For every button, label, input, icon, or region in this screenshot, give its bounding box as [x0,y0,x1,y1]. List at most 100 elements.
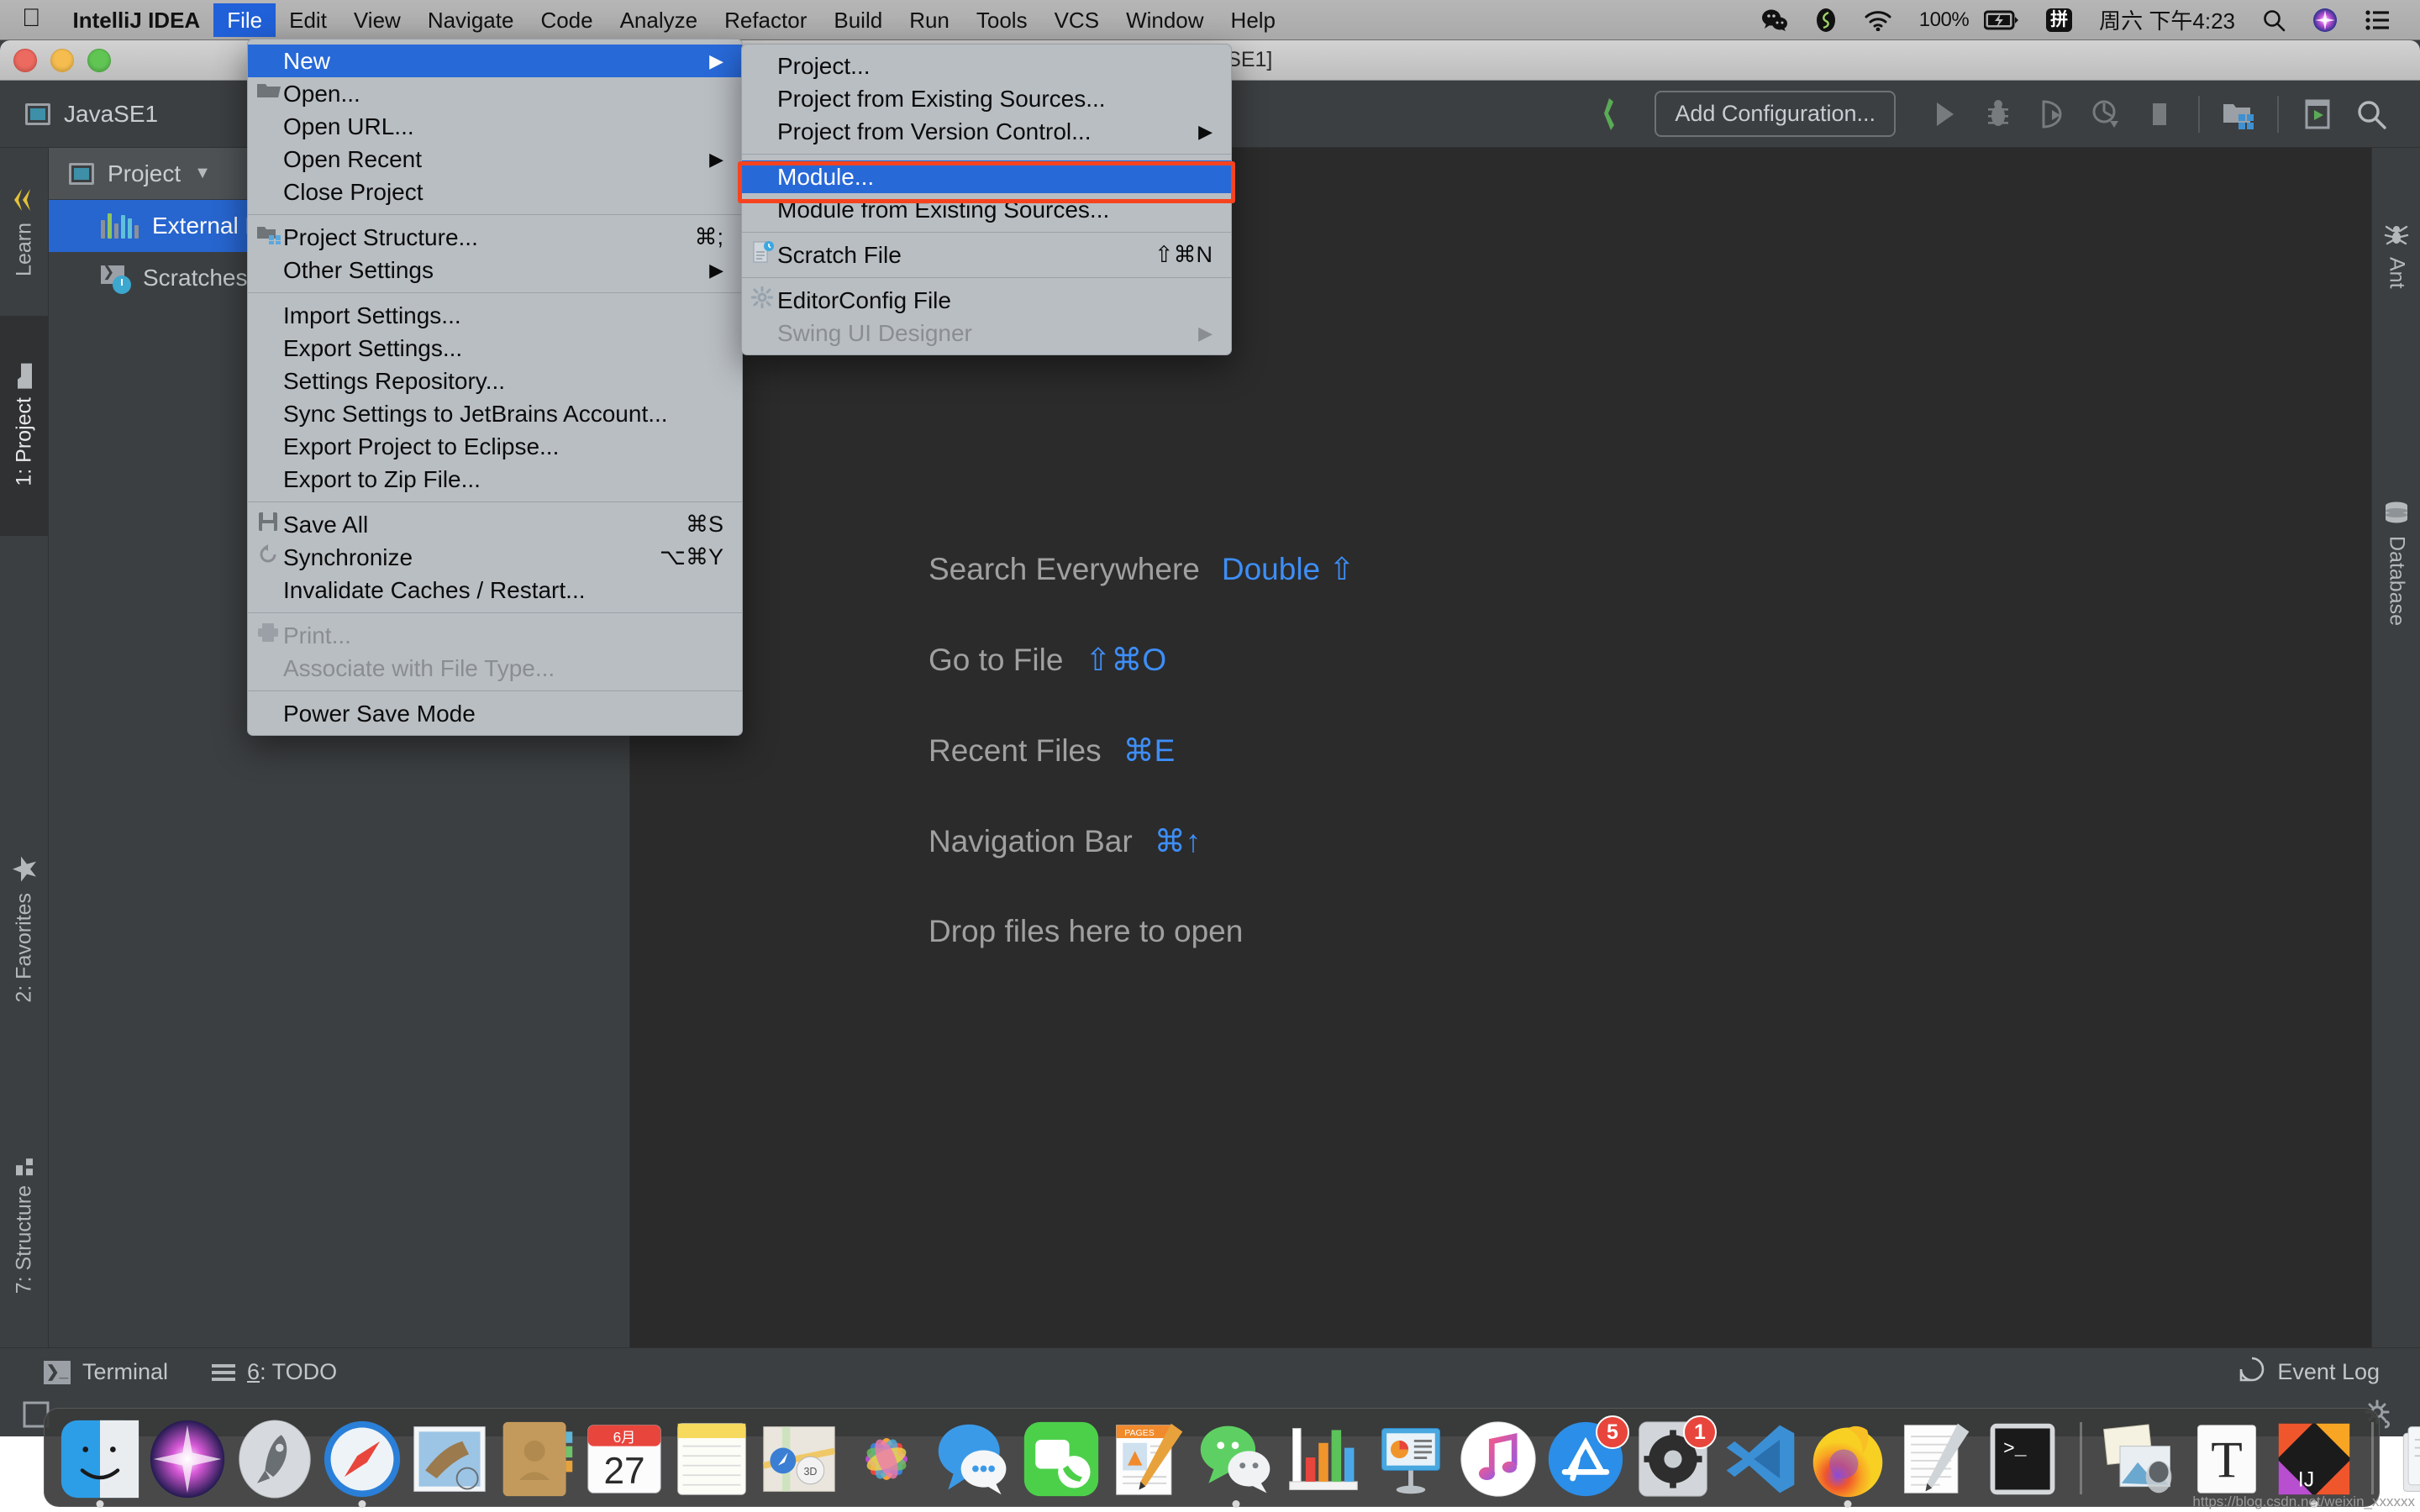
status-todo-button[interactable]: 6: TODO [212,1359,337,1385]
menu-item-project-from-existing-sources[interactable]: Project from Existing Sources... [742,82,1231,115]
menu-item-invalidate-caches-restart[interactable]: Invalidate Caches / Restart... [248,574,742,606]
apple-logo-icon[interactable]:  [0,5,60,31]
menu-item-open[interactable]: Open... [248,77,742,110]
menubar-item-analyze[interactable]: Analyze [607,3,712,37]
run-with-coverage-icon[interactable] [2025,87,2079,141]
sidebar-item-database[interactable]: Database [2372,425,2420,702]
menu-item-settings-repository[interactable]: Settings Repository... [248,365,742,397]
wechat-icon[interactable] [1748,3,1802,37]
menu-item-open-url[interactable]: Open URL... [248,110,742,143]
update-project-icon[interactable] [2291,87,2344,141]
menu-item-scratch-file[interactable]: Scratch File ⇧⌘N [742,239,1231,271]
menu-item-power-save-mode[interactable]: Power Save Mode [248,697,742,730]
sidebar-item-learn[interactable]: Learn [0,148,49,316]
menubar-item-window[interactable]: Window [1113,3,1217,37]
dock-item-facetime[interactable] [1021,1419,1102,1499]
menu-item-project-structure[interactable]: Project Structure... ⌘; [248,221,742,254]
menu-item-module[interactable]: Module... [742,160,1231,193]
dock-item-system-preferences[interactable]: 1 [1633,1415,1717,1499]
status-terminal-button[interactable]: ❯_ Terminal [44,1359,168,1385]
menubar-item-intellij-idea[interactable]: IntelliJ IDEA [60,3,214,37]
sidebar-item-structure[interactable]: 7: Structure [0,1089,49,1357]
debug-icon[interactable] [1971,87,2025,141]
dock-item-firefox[interactable] [1807,1419,1888,1508]
dock-item-safari[interactable] [322,1419,402,1508]
menubar-item-tools[interactable]: Tools [963,3,1041,37]
menu-item-editorconfig-file[interactable]: EditorConfig File [742,284,1231,317]
dock-item-messages[interactable] [934,1419,1014,1499]
menubar-item-navigate[interactable]: Navigate [414,3,528,37]
menu-item-other-settings[interactable]: Other Settings ▶ [248,254,742,286]
build-hammer-icon[interactable] [1589,87,1643,141]
dock-item-preview[interactable] [2099,1419,2180,1499]
dock-item-wechat[interactable] [1196,1419,1276,1508]
dock-item-keynote[interactable] [1370,1419,1451,1499]
dock-item-calendar[interactable]: 6月 27 [584,1419,665,1499]
dock-item-font-book[interactable]: T [2186,1419,2267,1499]
menu-item-export-to-zip-file[interactable]: Export to Zip File... [248,463,742,496]
control-center-icon[interactable] [2351,3,2403,37]
menubar-item-help[interactable]: Help [1218,3,1289,37]
menubar-item-run[interactable]: Run [896,3,963,37]
project-structure-icon[interactable] [2212,87,2265,141]
menubar-item-code[interactable]: Code [527,3,606,37]
dock-item-numbers[interactable] [1283,1419,1364,1499]
dock-item-pages[interactable]: PAGES [1108,1419,1189,1499]
dock-item-notes[interactable] [671,1419,752,1499]
menu-item-close-project[interactable]: Close Project [248,176,742,208]
menu-item-export-settings[interactable]: Export Settings... [248,332,742,365]
menu-item-open-recent[interactable]: Open Recent ▶ [248,143,742,176]
sidebar-item-favorites[interactable]: 2: Favorites [0,795,49,1063]
add-configuration-button[interactable]: Add Configuration... [1655,91,1896,137]
security-shield-icon[interactable] [1802,3,1850,37]
menu-item-new[interactable]: New ▶ [248,45,742,77]
dock-item-intellij-idea[interactable]: IJ [2274,1419,2354,1508]
menu-item-import-settings[interactable]: Import Settings... [248,299,742,332]
dock-item-siri[interactable] [147,1419,228,1499]
menu-item-label: Swing UI Designer [777,319,972,346]
wifi-icon[interactable] [1850,3,1906,37]
menu-item-project[interactable]: Project... [742,50,1231,82]
file-menu-dropdown[interactable]: New ▶ Open... Open URL... Open Recent ▶ Close … [247,39,743,736]
menubar-item-edit[interactable]: Edit [276,3,340,37]
spotlight-search-icon[interactable] [2249,3,2299,37]
new-submenu-dropdown[interactable]: Project... Project from Existing Sources.… [741,44,1232,355]
sidebar-item-ant[interactable]: Ant [2372,171,2420,339]
dock-item-finder[interactable] [60,1419,140,1508]
project-chip[interactable]: JavaSE1 [0,101,158,128]
dock-item-terminal[interactable]: >_ [1982,1419,2063,1499]
dock-item-downloads-stack[interactable] [2391,1419,2420,1499]
menu-item-sync-settings-to-jetbrains-account[interactable]: Sync Settings to JetBrains Account... [248,397,742,430]
menubar-item-view[interactable]: View [340,3,414,37]
dock-item-contacts[interactable] [497,1419,577,1499]
chevron-down-icon[interactable]: ▼ [194,164,211,183]
menu-item-synchronize[interactable]: Synchronize ⌥⌘Y [248,541,742,574]
dock-item-photos[interactable] [846,1419,927,1499]
menubar-clock[interactable]: 周六 下午4:23 [2086,3,2249,37]
siri-icon[interactable] [2299,3,2351,37]
sidebar-item-project[interactable]: 1: Project [0,316,49,536]
scratch-file-icon [750,240,774,270]
battery-charging-icon[interactable] [1982,3,2033,37]
dock-item-maps[interactable]: 3D [759,1419,839,1499]
menu-item-export-project-to-eclipse[interactable]: Export Project to Eclipse... [248,430,742,463]
dock-item-app-store[interactable]: 5 [1545,1415,1629,1499]
stop-icon[interactable] [2133,87,2186,141]
dock-item-visual-studio-code[interactable] [1720,1419,1801,1499]
input-method-icon[interactable]: 拼 [2033,3,2086,37]
search-everywhere-icon[interactable] [2344,87,2398,141]
dock-item-mail[interactable] [409,1419,490,1499]
menubar-item-build[interactable]: Build [820,3,896,37]
menubar-item-refactor[interactable]: Refactor [711,3,820,37]
dock-item-itunes[interactable] [1458,1419,1539,1499]
status-event-log-button[interactable]: Event Log [2238,1356,2380,1389]
menu-item-project-from-version-control[interactable]: Project from Version Control... ▶ [742,115,1231,148]
dock-item-textedit[interactable] [1895,1419,1975,1499]
dock-item-launchpad[interactable] [234,1419,315,1499]
menubar-item-vcs[interactable]: VCS [1041,3,1113,37]
menubar-item-file[interactable]: File [213,3,276,37]
menu-item-save-all[interactable]: Save All ⌘S [248,508,742,541]
profile-icon[interactable] [2079,87,2133,141]
menu-item-module-from-existing-sources[interactable]: Module from Existing Sources... [742,193,1231,226]
run-icon[interactable] [1918,87,1971,141]
